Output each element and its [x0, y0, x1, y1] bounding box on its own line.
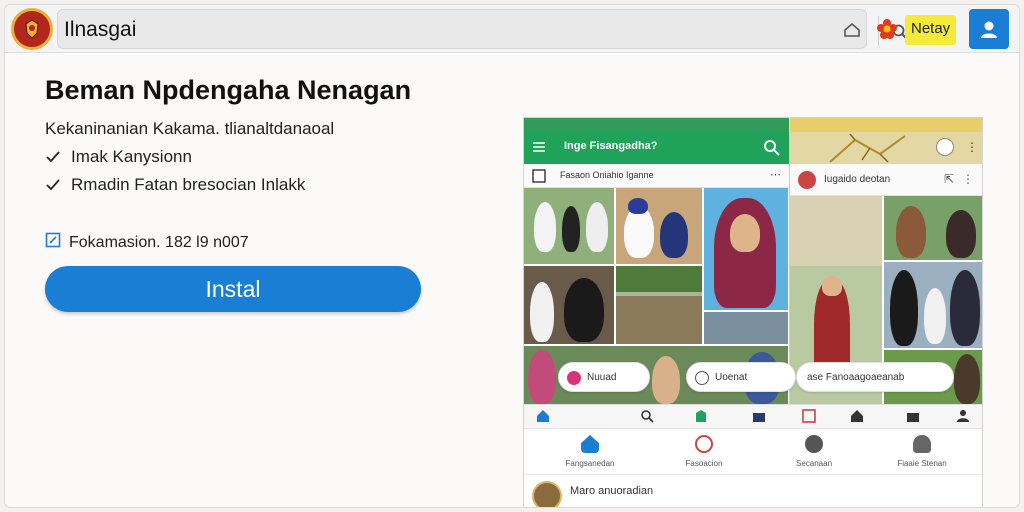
bookmark-icon[interactable] — [694, 409, 708, 423]
profile-icon — [913, 435, 931, 453]
status-bar — [790, 118, 982, 132]
avatar-icon — [936, 138, 954, 156]
check-icon — [45, 177, 61, 193]
chip-label: ase Fanoaagoaeanab — [807, 371, 905, 383]
flower-icon[interactable] — [875, 17, 899, 41]
home-icon[interactable] — [838, 16, 866, 44]
top-bar: Ilnasgai Netay — [5, 5, 1019, 53]
nav-item-label: Fangsanedan — [565, 459, 615, 468]
search-icon[interactable] — [640, 409, 654, 423]
more-icon: ⋮ — [966, 140, 978, 154]
address-text: Ilnasgai — [64, 18, 137, 41]
nav-item-profile[interactable]: Fiaaie Stenan — [882, 435, 962, 468]
photo-tile[interactable] — [884, 196, 982, 260]
edit-icon — [45, 232, 61, 253]
preview-subheader-text: Iugaido deotan — [824, 174, 891, 185]
user-icon — [981, 21, 997, 38]
feature-label: Imak Kanysionn — [71, 147, 192, 166]
address-bar[interactable]: Ilnasgai — [57, 9, 908, 49]
home-icon[interactable] — [850, 409, 864, 423]
photo-tile[interactable] — [704, 188, 788, 310]
check-icon — [45, 149, 61, 165]
nav-item-label: Fiaaie Stenan — [897, 459, 947, 468]
status-bar — [524, 118, 789, 132]
preview-footer: Maro anuoradian — [524, 474, 982, 507]
more-icon: ⋮ — [962, 172, 974, 186]
page-title: Beman Npdengaha Nenagan — [45, 75, 412, 105]
meta-text: Fokamasion. 182 l9 n007 — [69, 233, 249, 251]
home-icon — [581, 435, 599, 453]
app-meta: Fokamasion. 182 l9 n007 — [45, 232, 249, 253]
preview-toolbar — [524, 404, 982, 428]
search-icon — [764, 140, 780, 156]
avatar — [532, 481, 562, 507]
app-logo[interactable] — [11, 8, 53, 50]
nav-item-home[interactable]: Fangsanedan — [550, 435, 630, 468]
photo-tile[interactable] — [884, 262, 982, 348]
badge-label[interactable]: Netay — [905, 15, 957, 45]
preview-subheader: Iugaido deotan ⇱ ⋮ — [790, 164, 982, 196]
user-button[interactable] — [969, 9, 1009, 49]
nav-item-chat[interactable]: Fasoacion — [664, 435, 744, 468]
nav-item-label: Secanaan — [795, 459, 833, 468]
more-icon: ⋯ — [770, 169, 781, 181]
camera-icon — [567, 371, 581, 385]
avatar — [798, 171, 816, 189]
photo-tile[interactable] — [524, 266, 614, 344]
photo-tile[interactable] — [524, 188, 614, 264]
chip-button[interactable]: ase Fanoaagoaeanab — [796, 362, 954, 392]
preview-header-image: ⋮ — [790, 132, 982, 164]
page-subtitle: Kekaninanian Kakama. tlianaltdanaoal — [45, 119, 335, 138]
photo-tile[interactable] — [616, 266, 702, 344]
nav-item-label: Fasoacion — [685, 459, 723, 468]
compass-icon — [695, 371, 709, 385]
preview-app-title: Inge Fisangadha? — [564, 140, 658, 152]
preview-app-bar: Inge Fisangadha? — [524, 132, 789, 164]
insect-illustration — [829, 133, 906, 163]
profile-icon[interactable] — [956, 409, 970, 423]
chat-icon — [695, 435, 713, 453]
feature-item: Rmadin Fatan bresocian Inlakk — [45, 175, 305, 195]
app-preview: Inge Fisangadha? ⋮ Fasaon Oniahio Iganne… — [523, 117, 983, 507]
share-icon: ⇱ — [943, 172, 954, 186]
home-icon[interactable] — [536, 409, 550, 423]
chip-button[interactable]: Uoenat — [686, 362, 796, 392]
install-button[interactable]: Instal — [45, 266, 421, 312]
photo-icon[interactable] — [802, 409, 816, 423]
preview-subheader-text: Fasaon Oniahio Iganne — [560, 170, 654, 180]
compass-icon — [805, 435, 823, 453]
feature-item: Imak Kanysionn — [45, 147, 192, 167]
crest-icon — [25, 19, 39, 39]
inbox-icon[interactable] — [752, 409, 766, 423]
nav-item-explore[interactable]: Secanaan — [774, 435, 854, 468]
gallery-icon — [532, 169, 546, 183]
chip-button[interactable]: Nuuad — [558, 362, 650, 392]
preview-subheader: Fasaon Oniahio Iganne ⋯ — [524, 164, 789, 188]
feature-label: Rmadin Fatan bresocian Inlakk — [71, 175, 306, 194]
inbox-icon[interactable] — [906, 409, 920, 423]
photo-tile[interactable] — [616, 188, 702, 264]
app-window: Ilnasgai Netay Beman Npdengaha Nenagan K… — [4, 4, 1020, 508]
preview-footer-text: Maro anuoradian — [570, 485, 654, 497]
chip-label: Nuuad — [587, 371, 617, 383]
photo-tile[interactable] — [704, 312, 788, 344]
chip-label: Uoenat — [715, 371, 748, 383]
menu-icon — [533, 142, 545, 152]
bottom-nav: Fangsanedan Fasoacion Secanaan Fiaaie St… — [524, 428, 982, 474]
